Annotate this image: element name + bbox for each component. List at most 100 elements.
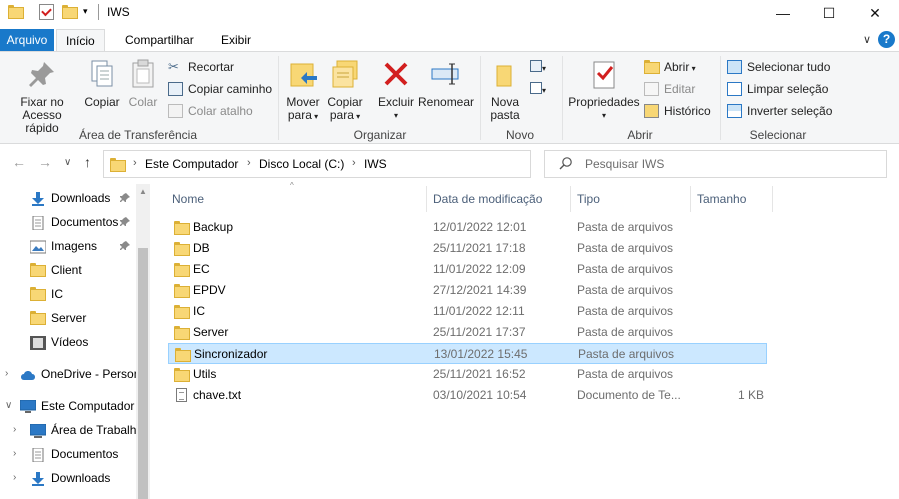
breadcrumb-local-disk[interactable]: Disco Local (C:) xyxy=(259,157,344,171)
column-header-date[interactable]: Data de modificação xyxy=(433,186,542,212)
history-button[interactable]: Histórico xyxy=(644,101,711,121)
tab-view[interactable]: Exibir xyxy=(212,29,260,51)
collapse-ribbon-icon[interactable]: ∨ xyxy=(863,33,871,46)
select-all-button[interactable]: Selecionar tudo xyxy=(727,57,830,77)
file-row[interactable]: EPDV 27/12/2021 14:39 Pasta de arquivos xyxy=(168,280,767,301)
file-row[interactable]: DB 25/11/2021 17:18 Pasta de arquivos xyxy=(168,238,767,259)
expand-chevron-icon[interactable]: › xyxy=(13,419,16,441)
breadcrumb-this-pc[interactable]: Este Computador xyxy=(145,157,238,171)
file-row[interactable]: Server 25/11/2021 17:37 Pasta de arquivos xyxy=(168,322,767,343)
copy-to-label-line2: para xyxy=(329,108,354,122)
rename-button[interactable]: Renomear xyxy=(418,58,474,109)
edit-button[interactable]: Editar xyxy=(644,79,695,99)
nav-item-onedrive[interactable]: › OneDrive - Person xyxy=(0,363,150,385)
nav-item-documents-pc[interactable]: › Documentos xyxy=(0,443,150,465)
copy-path-button[interactable]: Copiar caminho xyxy=(168,79,272,99)
nav-item-ic[interactable]: IC xyxy=(0,283,150,305)
column-header-name[interactable]: Nome xyxy=(172,186,204,212)
expanded-chevron-icon[interactable]: ∨ xyxy=(5,395,12,417)
nav-item-client[interactable]: Client xyxy=(0,259,150,281)
expand-chevron-icon[interactable]: › xyxy=(5,363,8,385)
nav-scrollbar[interactable]: ▲ xyxy=(136,184,150,499)
file-row[interactable]: Sincronizador 13/01/2022 15:45 Pasta de ar… xyxy=(168,343,767,364)
window-title: IWS xyxy=(107,5,130,19)
open-button[interactable]: Abrir ▾ xyxy=(644,57,696,77)
paste-button[interactable]: Colar xyxy=(125,58,161,109)
scrollbar-thumb[interactable] xyxy=(138,248,148,499)
nav-item-desktop[interactable]: › Área de Trabalho xyxy=(0,419,150,441)
properties-quick-icon[interactable] xyxy=(39,4,54,20)
new-folder-quick-icon[interactable] xyxy=(62,5,78,19)
delete-button[interactable]: Excluir ▾ xyxy=(376,58,416,122)
back-button[interactable]: ← xyxy=(12,154,26,170)
cut-button[interactable]: ✂ Recortar xyxy=(168,57,234,77)
file-row[interactable]: Utils 25/11/2021 16:52 Pasta de arquivos xyxy=(168,364,767,385)
column-header-size[interactable]: Tamanho xyxy=(697,186,746,212)
group-divider xyxy=(562,56,563,140)
file-row[interactable]: IC 11/01/2022 12:11 Pasta de arquivos xyxy=(168,301,767,322)
title-divider xyxy=(98,4,99,20)
copy-button[interactable]: Copiar xyxy=(83,58,121,109)
new-item-button[interactable]: ▾ xyxy=(530,57,554,77)
column-divider[interactable] xyxy=(772,186,773,212)
expand-chevron-icon[interactable]: › xyxy=(13,467,16,489)
folder-icon xyxy=(174,326,190,340)
file-name: Utils xyxy=(193,367,217,381)
invert-selection-label: Inverter seleção xyxy=(747,104,833,118)
column-divider[interactable] xyxy=(570,186,571,212)
tab-home[interactable]: Início xyxy=(56,29,105,52)
column-header-type[interactable]: Tipo xyxy=(577,186,600,212)
nav-item-videos[interactable]: Vídeos xyxy=(0,331,150,353)
close-button[interactable]: ✕ xyxy=(852,0,898,26)
nav-item-label: Documentos xyxy=(51,215,119,229)
properties-button[interactable]: Propriedades ▾ xyxy=(568,58,640,122)
nav-item-documents[interactable]: Documentos xyxy=(0,211,150,233)
forward-button[interactable]: → xyxy=(38,154,52,170)
search-box[interactable] xyxy=(544,150,887,178)
help-icon[interactable]: ? xyxy=(878,31,895,48)
address-bar[interactable]: › Este Computador › Disco Local (C:) › I… xyxy=(103,150,627,178)
invert-selection-button[interactable]: Inverter seleção xyxy=(727,101,832,121)
breadcrumb-separator[interactable]: › xyxy=(247,157,251,169)
paste-shortcut-button[interactable]: Colar atalho xyxy=(168,101,253,121)
new-item-icon xyxy=(530,60,542,72)
file-row[interactable]: Backup 12/01/2022 12:01 Pasta de arquivos xyxy=(168,217,767,238)
minimize-button[interactable]: — xyxy=(760,0,806,26)
file-date: 12/01/2022 12:01 xyxy=(433,220,527,234)
tab-file[interactable]: Arquivo xyxy=(0,29,54,51)
maximize-button[interactable]: ☐ xyxy=(806,0,852,26)
move-to-button[interactable]: Mover para ▾ xyxy=(284,58,322,123)
folder-icon[interactable] xyxy=(8,5,24,19)
nav-item-images[interactable]: Imagens xyxy=(0,235,150,257)
computer-icon xyxy=(19,399,37,413)
customize-quick-access-icon[interactable]: ▾ xyxy=(83,6,88,17)
scroll-up-icon[interactable]: ▲ xyxy=(139,187,147,196)
column-divider[interactable] xyxy=(690,186,691,212)
nav-item-downloads-pc[interactable]: › Downloads xyxy=(0,467,150,489)
breadcrumb-iws[interactable]: IWS xyxy=(364,157,387,171)
copy-path-icon xyxy=(168,82,183,96)
copy-to-button[interactable]: Copiar para ▾ xyxy=(325,58,365,123)
breadcrumb-separator[interactable]: › xyxy=(133,157,137,169)
nav-item-server[interactable]: Server xyxy=(0,307,150,329)
easy-access-button[interactable]: ▾ xyxy=(530,79,554,99)
text-file-icon xyxy=(176,388,190,402)
breadcrumb-separator[interactable]: › xyxy=(352,157,356,169)
file-type: Pasta de arquivos xyxy=(577,220,674,234)
nav-item-label: Documentos xyxy=(51,447,119,461)
nav-item-downloads[interactable]: Downloads xyxy=(0,187,150,209)
recent-locations-button[interactable]: ∨ xyxy=(64,157,71,168)
up-button[interactable]: ↑ xyxy=(84,154,91,170)
file-row[interactable]: EC 11/01/2022 12:09 Pasta de arquivos xyxy=(168,259,767,280)
expand-chevron-icon[interactable]: › xyxy=(13,443,16,465)
file-row[interactable]: chave.txt 03/10/2021 10:54 Documento de Te… xyxy=(168,385,767,406)
tab-share[interactable]: Compartilhar xyxy=(116,29,203,51)
clear-selection-button[interactable]: Limpar seleção xyxy=(727,79,828,99)
image-icon xyxy=(29,239,47,254)
delete-label: Excluir xyxy=(377,95,414,109)
column-divider[interactable] xyxy=(426,186,427,212)
search-input[interactable] xyxy=(585,156,875,172)
nav-item-this-pc[interactable]: ∨ Este Computador xyxy=(0,395,150,417)
new-folder-button[interactable]: Nova pasta xyxy=(486,58,524,122)
pin-quick-access-button[interactable]: Fixar no Acesso rápido xyxy=(4,58,80,135)
